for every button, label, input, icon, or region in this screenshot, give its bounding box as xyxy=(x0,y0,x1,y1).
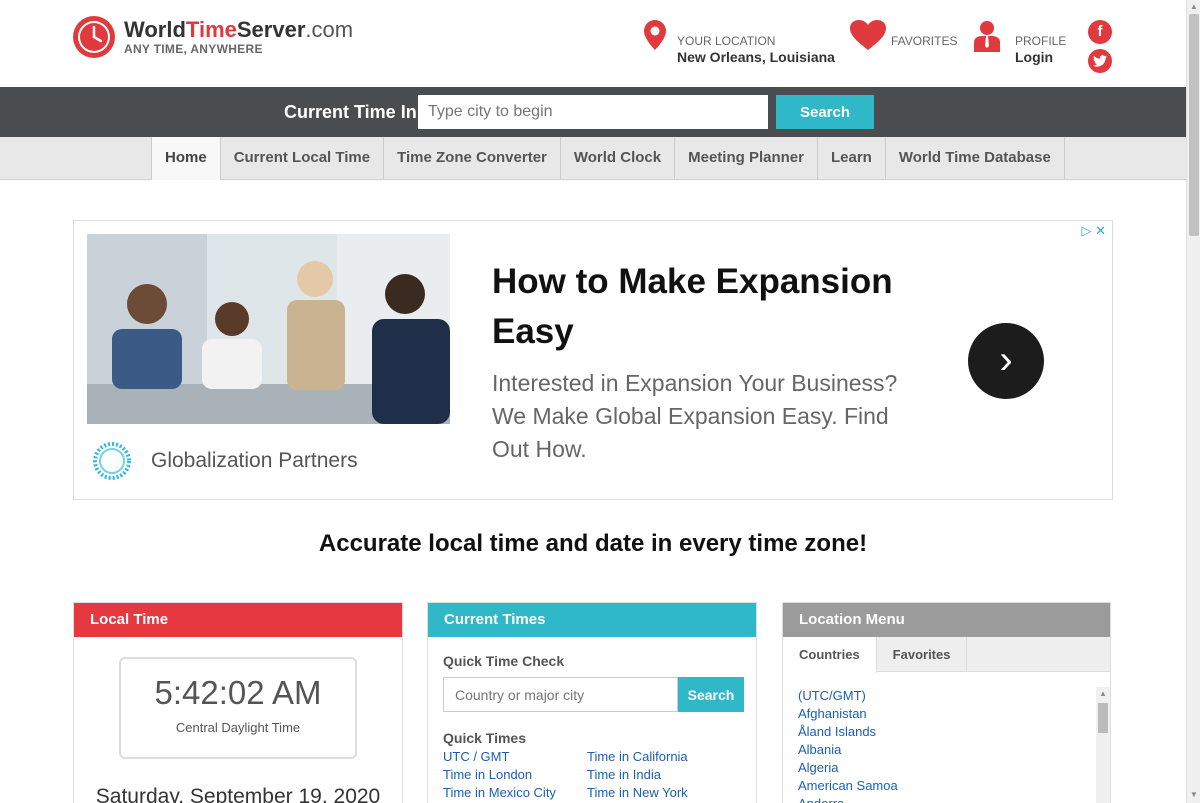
quick-time-link[interactable]: Time in California xyxy=(587,748,731,766)
your-location[interactable]: YOUR LOCATION New Orleans, Louisiana xyxy=(644,20,835,66)
current-times-panel: Current Times Quick Time Check Search Qu… xyxy=(427,602,757,803)
nav-home[interactable]: Home xyxy=(151,137,220,180)
location-tabs: Countries Favorites xyxy=(783,637,1110,673)
nav-current-local-time[interactable]: Current Local Time xyxy=(219,137,383,180)
ad-chevron-right-icon[interactable]: › xyxy=(968,323,1044,399)
country-link[interactable]: Algeria xyxy=(798,759,898,777)
quick-time-check-label: Quick Time Check xyxy=(443,653,565,669)
nav-learn[interactable]: Learn xyxy=(816,137,885,180)
favorites-link[interactable]: FAVORITES xyxy=(850,20,957,50)
quick-time-link[interactable]: Time in London xyxy=(443,766,587,784)
ad-photo xyxy=(87,234,450,424)
country-link[interactable]: Albania xyxy=(798,741,898,759)
twitter-icon[interactable] xyxy=(1088,49,1112,73)
quick-times-label: Quick Times xyxy=(443,730,527,746)
facebook-icon[interactable]: f xyxy=(1088,20,1112,44)
page-scroll-thumb[interactable] xyxy=(1189,14,1199,236)
login-link[interactable]: Login xyxy=(1015,48,1066,66)
quick-time-link[interactable]: Time in India xyxy=(587,766,731,784)
city-search-bar: Current Time In Search xyxy=(0,87,1186,137)
quick-time-search-button[interactable]: Search xyxy=(678,677,744,712)
country-list: (UTC/GMT) Afghanistan Åland Islands Alba… xyxy=(798,687,898,803)
clock-logo-icon xyxy=(73,16,115,58)
digital-clock: 5:42:02 AM Central Daylight Time xyxy=(119,657,357,759)
globalization-partners-logo-icon xyxy=(93,442,131,480)
city-search-input[interactable] xyxy=(418,95,768,129)
tab-favorites[interactable]: Favorites xyxy=(877,637,968,671)
main-nav: Home Current Local Time Time Zone Conver… xyxy=(0,137,1186,180)
nav-meeting-planner[interactable]: Meeting Planner xyxy=(674,137,817,180)
ad-close-icon[interactable]: ✕ xyxy=(1095,223,1106,238)
page-scroll-up-icon[interactable]: ▲ xyxy=(1189,2,1199,12)
quick-time-link[interactable]: Time in Mexico City xyxy=(443,784,587,802)
scroll-up-icon[interactable]: ▲ xyxy=(1098,689,1108,699)
quick-time-link[interactable]: UTC / GMT xyxy=(443,748,587,766)
current-time-in-label: Current Time In xyxy=(284,102,417,122)
favorites-label: FAVORITES xyxy=(891,34,958,48)
quick-time-search-input[interactable] xyxy=(443,677,678,712)
country-link[interactable]: Åland Islands xyxy=(798,723,898,741)
advertisement[interactable]: Globalization Partners How to Make Expan… xyxy=(73,220,1113,500)
country-link[interactable]: American Samoa xyxy=(798,777,898,795)
local-time-header: Local Time xyxy=(74,603,402,637)
nav-world-clock[interactable]: World Clock xyxy=(559,137,674,180)
heart-icon xyxy=(850,20,886,50)
adchoices-icon[interactable]: ▷ xyxy=(1081,223,1091,238)
current-times-header: Current Times xyxy=(428,603,756,637)
location-menu-header: Location Menu xyxy=(783,603,1110,637)
ad-body: Interested in Expansion Your Business? W… xyxy=(492,370,898,462)
page-scroll-down-icon[interactable]: ▼ xyxy=(1189,790,1199,800)
page-scrollbar[interactable]: ▲ ▼ xyxy=(1186,0,1200,803)
country-link[interactable]: Andorra xyxy=(798,795,898,803)
social-links: f xyxy=(1088,20,1112,78)
location-label: YOUR LOCATION xyxy=(677,34,776,48)
logo-tagline: ANY TIME, ANYWHERE xyxy=(124,42,263,56)
quick-time-link[interactable]: Time in New York xyxy=(587,784,731,802)
country-list-scroll-thumb[interactable] xyxy=(1098,703,1108,733)
local-time-panel: Local Time 5:42:02 AM Central Daylight T… xyxy=(73,602,403,803)
location-pin-icon xyxy=(644,20,666,50)
logo-title: WorldTimeServer.com xyxy=(124,17,354,42)
page-tagline: Accurate local time and date in every ti… xyxy=(318,530,868,557)
local-time-value: 5:42:02 AM xyxy=(154,674,322,711)
tab-countries[interactable]: Countries xyxy=(783,637,877,673)
location-value: New Orleans, Louisiana xyxy=(677,49,835,65)
profile-link[interactable]: PROFILE Login xyxy=(972,20,1066,66)
city-search-button[interactable]: Search xyxy=(776,95,874,129)
ad-brand: Globalization Partners xyxy=(151,449,358,472)
nav-time-zone-converter[interactable]: Time Zone Converter xyxy=(383,137,560,180)
ad-title: How to Make Expansion Easy xyxy=(492,262,893,351)
local-date: Saturday, September 19, 2020 xyxy=(95,785,381,803)
country-link[interactable]: Afghanistan xyxy=(798,705,898,723)
country-list-scrollbar[interactable]: ▲ xyxy=(1096,687,1110,803)
site-header: WorldTimeServer.com ANY TIME, ANYWHERE Y… xyxy=(0,0,1186,87)
location-menu-panel: Location Menu Countries Favorites (UTC/G… xyxy=(782,602,1111,803)
country-link[interactable]: (UTC/GMT) xyxy=(798,687,898,705)
time-zone-name: Central Daylight Time xyxy=(175,720,301,735)
quick-times-links: UTC / GMT Time in California Time in Lon… xyxy=(443,748,731,802)
nav-world-time-database[interactable]: World Time Database xyxy=(884,137,1065,180)
user-icon xyxy=(974,21,1000,52)
site-logo[interactable]: WorldTimeServer.com ANY TIME, ANYWHERE xyxy=(72,15,353,59)
page: WorldTimeServer.com ANY TIME, ANYWHERE Y… xyxy=(0,0,1200,803)
profile-label: PROFILE xyxy=(1015,34,1067,48)
